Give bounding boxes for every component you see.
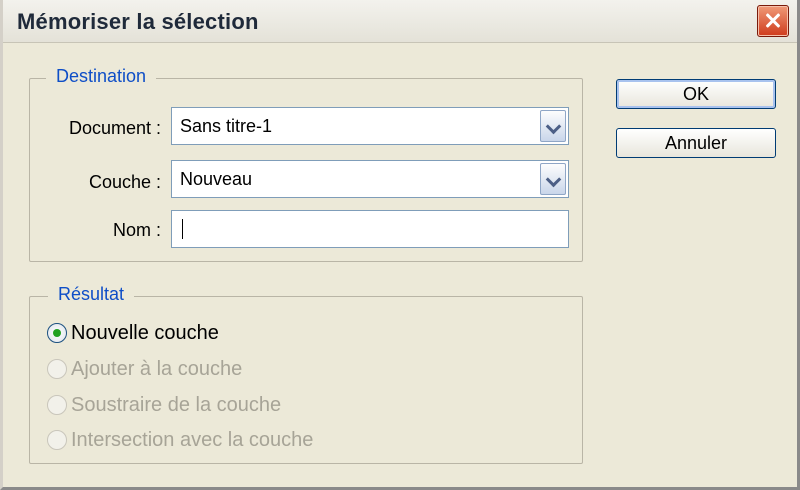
radio-unchecked-icon[interactable] — [47, 395, 67, 415]
title-bar[interactable]: Mémoriser la sélection — [3, 0, 797, 43]
cancel-button[interactable]: Annuler — [616, 128, 776, 158]
channel-label: Couche : — [88, 172, 161, 192]
save-selection-dialog: Mémoriser la sélection Destination Docum… — [0, 0, 800, 490]
chevron-down-icon[interactable] — [540, 163, 566, 195]
chevron-down-icon[interactable] — [540, 110, 566, 142]
document-dropdown-value: Sans titre-1 — [180, 116, 273, 136]
radio-subtract-from-channel[interactable]: Soustraire de la couche — [47, 391, 281, 419]
dialog-title: Mémoriser la sélection — [17, 9, 259, 34]
channel-dropdown[interactable]: Nouveau — [171, 160, 569, 198]
document-dropdown[interactable]: Sans titre-1 — [171, 107, 569, 145]
name-input[interactable] — [171, 210, 569, 248]
radio-label: Ajouter à la couche — [71, 357, 243, 380]
radio-new-channel[interactable]: Nouvelle couche — [47, 319, 219, 347]
radio-label: Intersection avec la couche — [71, 428, 314, 451]
name-label: Nom : — [112, 220, 161, 240]
result-legend: Résultat — [48, 284, 135, 305]
ok-button[interactable]: OK — [616, 79, 776, 109]
radio-unchecked-icon[interactable] — [47, 430, 67, 450]
text-caret — [182, 219, 183, 239]
radio-checked-icon[interactable] — [47, 323, 67, 343]
radio-label: Nouvelle couche — [71, 321, 219, 344]
radio-unchecked-icon[interactable] — [47, 359, 67, 379]
destination-legend: Destination — [46, 66, 157, 87]
document-label: Document : — [68, 118, 161, 138]
close-icon[interactable] — [757, 5, 789, 37]
radio-label: Soustraire de la couche — [71, 393, 282, 416]
radio-add-to-channel[interactable]: Ajouter à la couche — [47, 355, 242, 383]
radio-intersect-with-channel[interactable]: Intersection avec la couche — [47, 426, 313, 454]
channel-dropdown-value: Nouveau — [180, 169, 253, 189]
